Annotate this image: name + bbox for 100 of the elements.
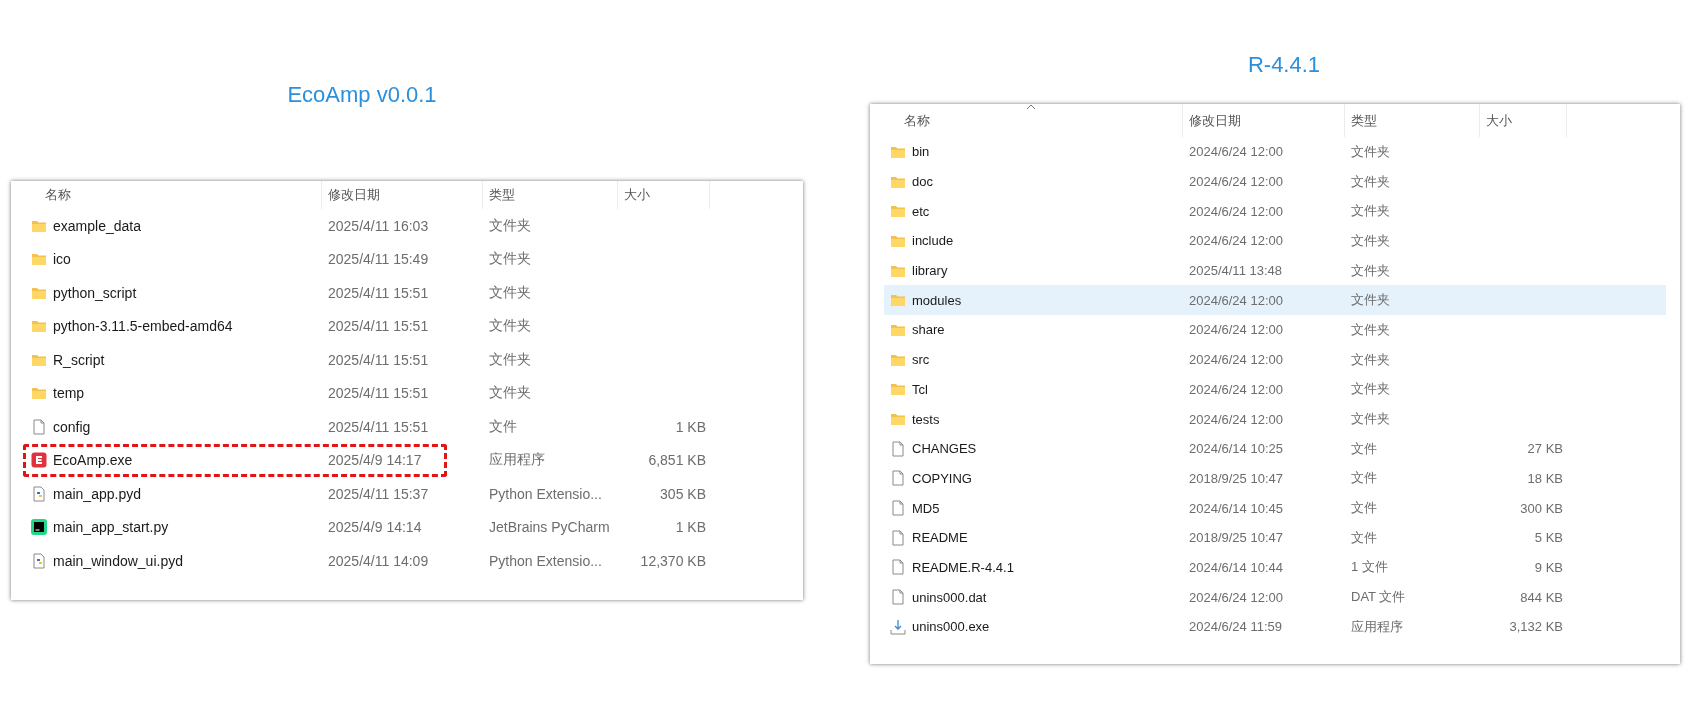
file-name[interactable]: bin [912, 144, 930, 160]
column-header[interactable]: 类型 [483, 181, 618, 209]
file-name[interactable]: etc [912, 203, 930, 219]
file-type: 文件夹 [488, 250, 532, 269]
modified-date: 2024/6/14 10:44 [1188, 559, 1284, 575]
sort-caret-icon [1026, 104, 1036, 110]
modified-date: 2024/6/24 12:00 [1188, 411, 1284, 427]
file-type: 文件 [488, 417, 518, 436]
file-size: 300 KB [1519, 500, 1564, 516]
file-name[interactable]: src [912, 352, 930, 368]
modified-date: 2024/6/24 12:00 [1188, 322, 1284, 338]
file-type: Python Extensio... [488, 485, 603, 502]
file-name[interactable]: Tcl [912, 381, 928, 397]
file-name[interactable]: README.R-4.4.1 [912, 559, 1014, 575]
modified-date: 2024/6/24 12:00 [1188, 144, 1284, 160]
folder-icon [31, 385, 47, 402]
modified-date: 2025/4/11 15:51 [327, 318, 430, 335]
modified-date: 2024/6/14 10:25 [1188, 441, 1284, 457]
file-size: 1 KB [674, 418, 707, 435]
file-name[interactable]: EcoAmp.exe [53, 452, 133, 469]
file-type: 文件 [1350, 469, 1378, 488]
file-name[interactable]: example_data [53, 217, 141, 234]
file-name[interactable]: CHANGES [912, 441, 977, 457]
modified-date: 2024/6/24 12:00 [1188, 589, 1284, 605]
file-type: JetBrains PyCharm [488, 519, 611, 536]
modified-date: 2024/6/24 12:00 [1188, 203, 1284, 219]
file-name[interactable]: README [912, 530, 968, 546]
app-icon [31, 452, 47, 469]
file-size: 5 KB [1533, 530, 1564, 546]
modified-date: 2018/9/25 10:47 [1188, 470, 1284, 486]
file-type: 文件夹 [1350, 350, 1391, 369]
file-icon [31, 418, 47, 435]
file-size: 3,132 KB [1508, 619, 1564, 635]
file-name[interactable]: ico [53, 251, 71, 268]
file-name[interactable]: python_script [53, 284, 137, 301]
modified-date: 2025/4/11 15:51 [327, 284, 430, 301]
file-type: 1 文件 [1350, 558, 1389, 577]
file-name[interactable]: main_app.pyd [53, 485, 141, 502]
file-name[interactable]: R_script [53, 351, 105, 368]
file-type: 文件夹 [1350, 261, 1391, 280]
file-size: 12,370 KB [639, 552, 707, 569]
python-file-icon [31, 552, 47, 569]
file-name[interactable]: python-3.11.5-embed-amd64 [53, 318, 233, 335]
file-icon [890, 529, 906, 546]
file-name[interactable]: main_app_start.py [53, 519, 169, 536]
modified-date: 2024/6/24 12:00 [1188, 352, 1284, 368]
file-type: 文件夹 [488, 283, 532, 302]
column-header[interactable]: 类型 [1345, 104, 1480, 137]
column-header[interactable]: 名称 [11, 181, 322, 209]
column-header[interactable]: 修改日期 [322, 181, 483, 209]
file-size: 6,851 KB [647, 452, 707, 469]
python-file-icon [31, 485, 47, 502]
file-type: 文件夹 [488, 384, 532, 403]
file-type: 文件夹 [488, 216, 532, 235]
folder-title: R-4.4.1 [1247, 52, 1321, 78]
folder-icon [890, 381, 906, 398]
file-name[interactable]: MD5 [912, 500, 940, 516]
file-name[interactable]: library [912, 263, 948, 279]
file-type: 文件 [1350, 439, 1378, 458]
column-header[interactable]: 大小 [1480, 104, 1567, 137]
file-size: 844 KB [1519, 589, 1564, 605]
column-header[interactable]: 名称 [870, 104, 1183, 137]
file-size: 27 KB [1526, 441, 1564, 457]
column-header[interactable]: 大小 [618, 181, 710, 209]
file-name[interactable]: include [912, 233, 954, 249]
file-name[interactable]: modules [912, 292, 962, 308]
file-type: 文件夹 [1350, 231, 1391, 250]
folder-icon [890, 411, 906, 428]
file-type: 文件夹 [1350, 291, 1391, 310]
file-name[interactable]: share [912, 322, 945, 338]
modified-date: 2025/4/11 15:37 [327, 485, 430, 502]
file-type: 应用程序 [1350, 617, 1404, 636]
file-size: 305 KB [659, 485, 707, 502]
file-size: 1 KB [674, 519, 707, 536]
modified-date: 2025/4/11 15:51 [327, 418, 430, 435]
folder-title: EcoAmp v0.0.1 [287, 82, 437, 108]
modified-date: 2025/4/11 15:51 [327, 385, 430, 402]
file-name[interactable]: tests [912, 411, 940, 427]
modified-date: 2025/4/11 15:51 [327, 351, 430, 368]
file-size: 18 KB [1526, 470, 1564, 486]
modified-date: 2025/4/11 15:49 [327, 251, 430, 268]
file-name[interactable]: unins000.dat [912, 589, 987, 605]
file-name[interactable]: doc [912, 174, 933, 190]
file-name[interactable]: COPYING [912, 470, 972, 486]
file-type: 应用程序 [488, 451, 546, 470]
file-type: DAT 文件 [1350, 588, 1407, 607]
file-type: 文件夹 [1350, 320, 1391, 339]
file-type: 文件夹 [1350, 410, 1391, 429]
file-icon [890, 589, 906, 606]
column-header[interactable]: 修改日期 [1183, 104, 1345, 137]
modified-date: 2024/6/24 11:59 [1188, 619, 1283, 635]
modified-date: 2025/4/9 14:17 [327, 452, 423, 469]
modified-date: 2024/6/14 10:45 [1188, 500, 1284, 516]
file-name[interactable]: unins000.exe [912, 619, 990, 635]
folder-icon [31, 251, 47, 268]
file-name[interactable]: config [53, 418, 91, 435]
modified-date: 2024/6/24 12:00 [1188, 233, 1284, 249]
file-name[interactable]: main_window_ui.pyd [53, 552, 183, 569]
file-name[interactable]: temp [53, 385, 85, 402]
file-size: 9 KB [1533, 559, 1564, 575]
